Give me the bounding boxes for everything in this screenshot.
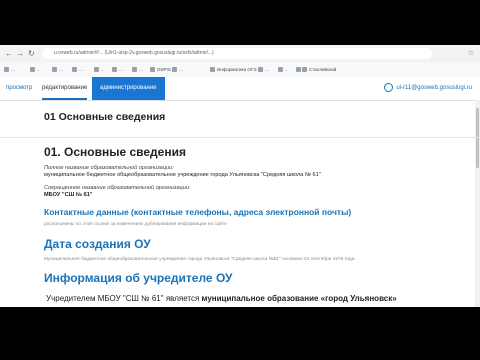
short-name-label: Сокращенное название образовательной орг…	[44, 185, 191, 191]
star-icon[interactable]: ☆	[468, 49, 474, 57]
scrollbar[interactable]	[475, 100, 480, 307]
bookmarks-bar: ... ... ... ... ... ... ... OSPIS ... Ин…	[0, 63, 480, 78]
founder-text: Учредителем МБОУ "СШ № 61" является муни…	[46, 294, 397, 303]
user-menu[interactable]: ul-r11@gosweb.gosuslugi.ru	[384, 83, 472, 92]
address-bar: ← → ↻ u.osweb.ru/admin/#/... (U/n1-ulsp-…	[0, 45, 480, 64]
full-name-value: муниципальное бюджетное общеобразователь…	[44, 172, 321, 178]
page-header-title: 01 Основные сведения	[44, 111, 166, 123]
creation-text: Муниципальное бюджетное общеобразователь…	[44, 257, 356, 262]
founder-title: Информация об учредителе ОУ	[44, 271, 233, 285]
editor-toolbar: просмотр редактирование администрировани…	[0, 77, 480, 101]
admin-tab[interactable]: администрирование	[92, 77, 165, 100]
bookmark-item[interactable]: Сталлийский	[302, 67, 336, 73]
bookmark-item[interactable]: ...	[30, 67, 41, 73]
url-field[interactable]: u.osweb.ru/admin/#/... (U/n1-ulsp-2v.gos…	[42, 48, 432, 59]
bookmark-item[interactable]: ...	[52, 67, 63, 73]
contacts-note: расположены по этой ссылке за изменениях…	[44, 222, 227, 227]
full-name-label: Полное название образовательной организа…	[44, 165, 174, 171]
view-tab[interactable]: просмотр	[6, 77, 32, 100]
creation-title: Дата создания ОУ	[44, 237, 151, 251]
bookmark-item[interactable]: ...	[4, 67, 15, 73]
bookmark-item[interactable]: ...	[112, 67, 123, 73]
user-icon	[384, 83, 394, 92]
edit-tab[interactable]: редактирование	[42, 77, 88, 100]
bookmark-item[interactable]: ...	[72, 67, 83, 73]
user-email: ul-r11@gosweb.gosuslugi.ru	[396, 85, 472, 92]
section-title: 01. Основные сведения	[44, 145, 186, 159]
bookmark-item[interactable]: Информатика ОГЭ	[210, 67, 257, 73]
contacts-link[interactable]: Контактные данные (контактные телефоны, …	[44, 207, 351, 217]
bookmark-item[interactable]: ...	[172, 67, 183, 73]
scrollbar-thumb[interactable]	[476, 108, 479, 168]
bookmark-item[interactable]: ...	[94, 67, 105, 73]
bookmark-item[interactable]: OSPIS	[150, 67, 171, 73]
founder-text-a: Учредителем МБОУ "СШ № 61" является	[46, 294, 200, 303]
forward-icon[interactable]: →	[16, 49, 24, 58]
back-icon[interactable]: ←	[5, 49, 13, 58]
founder-text-b: муниципальное образование «город Ульянов…	[201, 294, 397, 303]
reload-icon[interactable]: ↻	[28, 49, 35, 58]
bookmark-item[interactable]: ...	[258, 67, 269, 73]
bookmark-item[interactable]: ...	[132, 67, 143, 73]
divider	[0, 137, 480, 138]
bookmark-item[interactable]: ...	[278, 67, 289, 73]
short-name-value: МБОУ "СШ № 61"	[44, 192, 93, 198]
